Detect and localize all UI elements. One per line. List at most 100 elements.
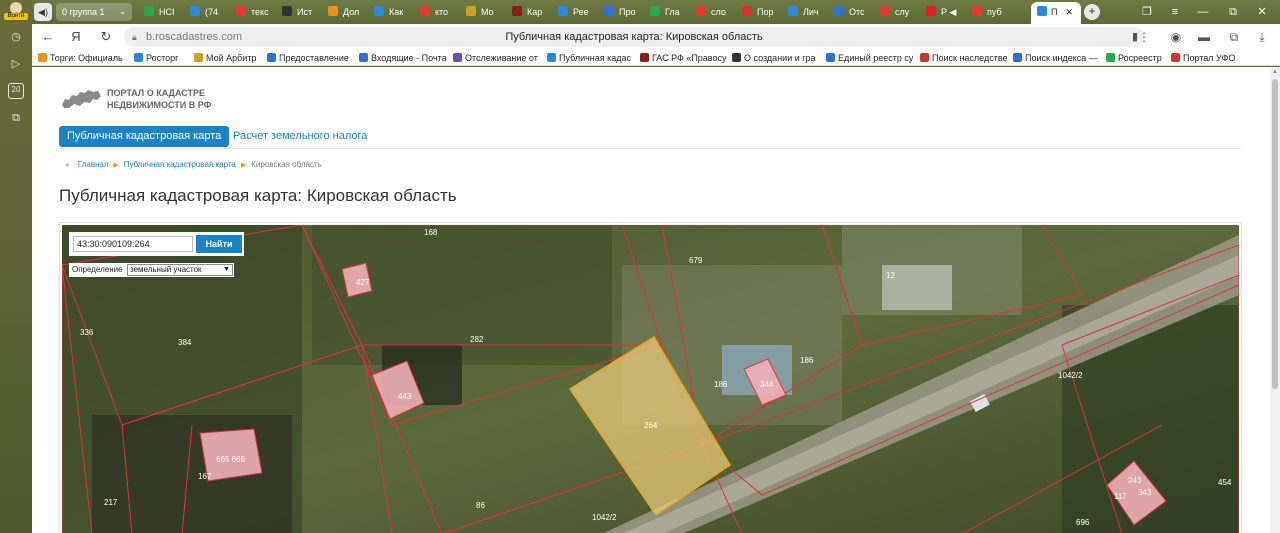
restore-icon[interactable]: ⧉ xyxy=(1225,4,1241,20)
screenshot-icon[interactable]: ⧉ xyxy=(8,110,24,126)
tab-group[interactable]: 0 группа 1 ⌄ xyxy=(56,3,132,21)
russia-map-icon xyxy=(62,90,101,108)
scroll-up-icon[interactable]: ▲ xyxy=(1271,68,1279,76)
profile-login[interactable]: Войти xyxy=(4,2,28,22)
tab-active[interactable]: П ✕ xyxy=(1031,2,1081,24)
favicon-icon xyxy=(826,53,835,62)
tab-label: слу xyxy=(895,7,910,17)
bookmark-item[interactable]: ГАС РФ «Правосу xyxy=(640,50,728,66)
browser-tab[interactable]: Отс xyxy=(830,3,874,21)
browser-tab[interactable]: Р ◀ xyxy=(922,3,966,21)
minimize-icon[interactable]: — xyxy=(1195,4,1211,20)
tab-land-tax[interactable]: Расчет земельного налога xyxy=(233,126,367,147)
logo-line-2: НЕДВИЖИМОСТИ В РФ xyxy=(107,100,212,110)
bookmark-item[interactable]: О создании и гра xyxy=(732,50,822,66)
history-icon[interactable]: ◷ xyxy=(8,29,24,45)
bookmark-item[interactable]: Публичная кадас xyxy=(547,50,636,66)
browser-tab[interactable]: Дол xyxy=(324,3,368,21)
browser-tab[interactable]: сло xyxy=(692,3,736,21)
extension-icon[interactable]: ▬ xyxy=(1196,29,1212,45)
search-button[interactable]: Найти xyxy=(196,235,242,253)
scrollbar[interactable]: ▲ xyxy=(1270,67,1280,533)
browser-tab[interactable]: (74 xyxy=(186,3,230,21)
url-field[interactable]: 🔒︎ b.roscadastres.com Публичная кадастро… xyxy=(124,27,1144,47)
parcel-label: 217 xyxy=(104,498,118,507)
bookmark-item[interactable]: Предоставление xyxy=(267,50,355,66)
favicon-icon xyxy=(420,6,430,16)
media-icon[interactable]: ▷ xyxy=(8,56,24,72)
browser-tab[interactable]: Кар xyxy=(508,3,552,21)
bookmark-item[interactable]: Портал УФО xyxy=(1171,50,1241,66)
cadastral-search-input[interactable] xyxy=(73,236,193,252)
extension-icon[interactable]: ◉ xyxy=(1168,29,1184,45)
browser-tab[interactable]: Ист xyxy=(278,3,322,21)
browser-tab[interactable]: слу xyxy=(876,3,920,21)
new-tab-button[interactable]: + xyxy=(1084,4,1100,20)
favicon-icon xyxy=(38,53,47,62)
browser-tab[interactable]: кто xyxy=(416,3,460,21)
bookmark-item[interactable]: Входящие - Почта xyxy=(359,50,449,66)
breadcrumb-map[interactable]: Публичная кадастровая карта xyxy=(124,160,236,169)
bookmark-item[interactable]: Торги: Официаль xyxy=(38,50,130,66)
browser-tab[interactable]: Рее xyxy=(554,3,598,21)
address-bar: ← Я ↻ 🔒︎ b.roscadastres.com Публичная ка… xyxy=(32,24,1280,50)
browser-tab[interactable]: Лич xyxy=(784,3,828,21)
satellite-map[interactable]: 168 679 12 384 282 186 186 344 443 264 1… xyxy=(62,225,1239,533)
bookmark-item[interactable]: Поиск индекса — xyxy=(1013,50,1102,66)
scroll-thumb[interactable] xyxy=(1272,79,1278,389)
bookmark-label: Предоставление xyxy=(279,53,349,63)
cadastral-map[interactable]: 168 679 12 384 282 186 186 344 443 264 1… xyxy=(62,225,1239,533)
parcel-label: 86 xyxy=(476,501,485,510)
close-icon[interactable]: ✕ xyxy=(1065,7,1073,17)
bookmark-item[interactable]: Отслеживание от xyxy=(453,50,543,66)
yandex-icon[interactable]: Я xyxy=(68,29,84,45)
browser-tab[interactable]: текс xyxy=(232,3,276,21)
tab-label: НСІ xyxy=(159,7,175,17)
favicon-icon xyxy=(558,6,568,16)
bookmark-label: Росреестр xyxy=(1118,53,1162,63)
bookmark-label: Поиск индекса — xyxy=(1025,53,1098,63)
menu-icon[interactable]: ≡ xyxy=(1167,4,1183,20)
bookmark-item[interactable]: Росреестр xyxy=(1106,50,1168,66)
favicon-icon xyxy=(282,6,292,16)
site-logo[interactable]: ПОРТАЛ О КАДАСТРЕ НЕДВИЖИМОСТИ В РФ xyxy=(60,85,220,115)
bookmark-item[interactable]: Росторг xyxy=(134,50,190,66)
bookmark-item[interactable]: Единый реестр су xyxy=(826,50,916,66)
more-icon[interactable]: ⋮ xyxy=(1136,29,1152,45)
parcel-label: 264 xyxy=(644,421,658,430)
definition-select[interactable]: земельный участок ▼ xyxy=(127,264,233,276)
breadcrumb-home[interactable]: Главная xyxy=(78,160,108,169)
close-window-icon[interactable]: ✕ xyxy=(1254,4,1270,20)
reload-icon[interactable]: ↻ xyxy=(98,29,114,45)
browser-tab[interactable]: пуб xyxy=(968,3,1012,21)
favicon-icon xyxy=(640,53,649,62)
browser-tab[interactable]: НСІ xyxy=(140,3,184,21)
breadcrumb-separator-icon: ▶ xyxy=(240,162,247,169)
audio-icon[interactable]: ◀) xyxy=(34,3,52,21)
favicon-icon xyxy=(604,6,614,16)
favicon-icon xyxy=(1106,53,1115,62)
tab-label: Гла xyxy=(665,7,680,17)
parcel-label: 443 xyxy=(398,392,412,401)
bookmark-item[interactable]: Мой Арбитр xyxy=(194,50,264,66)
back-icon[interactable]: ← xyxy=(40,29,56,45)
tab-label: П xyxy=(1051,7,1058,17)
bookmark-item[interactable]: Поиск наследстве xyxy=(920,50,1009,66)
extension-icon[interactable]: ⧉ xyxy=(1226,29,1242,45)
counter-icon[interactable]: 20 xyxy=(8,83,24,99)
downloads-icon[interactable]: ⤓ xyxy=(1254,29,1270,45)
bookmark-label: Поиск наследстве xyxy=(932,53,1008,63)
chevron-down-icon: ▼ xyxy=(223,266,230,273)
browser-tab[interactable]: Как xyxy=(370,3,414,21)
favicon-icon xyxy=(1013,53,1022,62)
browser-tab[interactable]: Гла xyxy=(646,3,690,21)
tabs-menu-icon[interactable]: ❐ xyxy=(1139,4,1155,20)
favicon-icon xyxy=(267,53,276,62)
location-pin-icon: ● xyxy=(65,160,70,169)
browser-tab[interactable]: Про xyxy=(600,3,644,21)
favicon-icon xyxy=(359,53,368,62)
logo-line-1: ПОРТАЛ О КАДАСТРЕ xyxy=(107,88,206,98)
tab-public-map[interactable]: Публичная кадастровая карта xyxy=(59,126,230,147)
browser-tab[interactable]: Пор xyxy=(738,3,782,21)
browser-tab[interactable]: Мо xyxy=(462,3,506,21)
